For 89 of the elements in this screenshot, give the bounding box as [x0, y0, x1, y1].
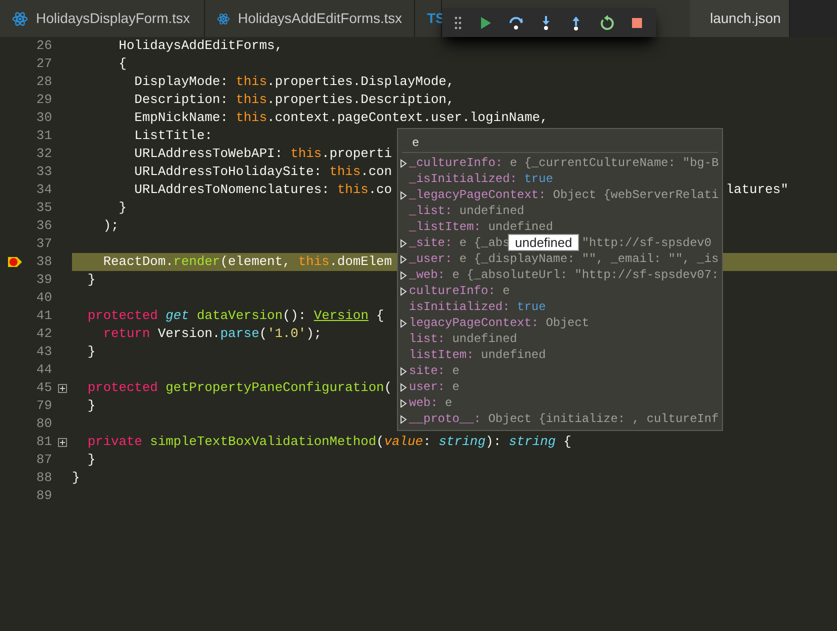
line-number: 88: [35, 469, 52, 488]
line-number: 87: [35, 451, 52, 470]
code-line: ReactDom.render(element, this.domElem: [102, 253, 392, 272]
code-line: HolidaysAddEditForms,: [118, 37, 283, 56]
variable-row[interactable]: _site: e {_abs: [409, 234, 510, 252]
line-number: 35: [35, 199, 52, 218]
line-number: 41: [35, 307, 52, 326]
code-line: return Version.parse('1.0');: [102, 325, 322, 344]
expand-arrow-icon[interactable]: [400, 398, 407, 408]
variable-row[interactable]: site: e: [409, 362, 460, 380]
variable-row[interactable]: _list: undefined: [409, 202, 524, 220]
line-number: 39: [35, 271, 52, 290]
code-line: URLAddresToNomenclatures: this.co: [133, 181, 392, 200]
expand-arrow-icon[interactable]: [400, 414, 407, 424]
line-number: 27: [35, 55, 52, 74]
hover-title: e: [402, 129, 718, 153]
code-fragment: latures": [726, 181, 788, 200]
variable-row[interactable]: __proto__: Object {initialize: , cultureInf: [409, 410, 719, 428]
variable-row[interactable]: legacyPageContext: Object: [409, 314, 590, 332]
line-number: 43: [35, 343, 52, 362]
variable-row[interactable]: user: e: [409, 378, 460, 396]
expand-arrow-icon[interactable]: [400, 190, 407, 200]
code-line: protected get dataVersion(): Version {: [86, 307, 384, 326]
line-number: 26: [35, 37, 52, 56]
variable-row[interactable]: _cultureInfo: e {_currentCultureName: "bg-B: [409, 154, 719, 172]
variable-row[interactable]: listItem: undefined: [409, 346, 546, 364]
code-line: ListTitle:: [133, 127, 212, 146]
code-line: EmpNickName: this.context.pageContext.user.loginName,: [133, 109, 548, 128]
line-number: 28: [35, 73, 52, 92]
line-number: 29: [35, 91, 52, 110]
code-line: }: [86, 397, 96, 416]
expand-arrow-icon[interactable]: [400, 158, 407, 168]
line-number: 31: [35, 127, 52, 146]
code-line: {: [118, 55, 127, 74]
code-line: protected getPropertyPaneConfiguration(: [86, 379, 392, 398]
atom-icon: [12, 10, 28, 26]
line-number: 79: [35, 397, 52, 416]
tooltip: undefined: [508, 234, 580, 251]
code-line: Description: this.properties.Description,: [133, 91, 454, 110]
line-number: 36: [35, 217, 52, 236]
expand-icon[interactable]: [58, 384, 66, 392]
variable-row[interactable]: web: e: [409, 394, 452, 412]
code-line: URLAddressToHolidaySite: this.con: [133, 163, 392, 182]
expand-arrow-icon[interactable]: [400, 238, 407, 248]
line-number: 40: [35, 289, 52, 308]
line-number: 33: [35, 163, 52, 182]
editor-tab[interactable]: HolidaysAddEditForms.tsx: [205, 0, 415, 37]
expand-arrow-icon[interactable]: [400, 286, 407, 296]
line-number: 30: [35, 109, 52, 128]
line-number: 42: [35, 325, 52, 344]
code-line: private simpleTextBoxValidationMethod(value: string): string {: [86, 433, 572, 452]
line-number: 80: [35, 415, 52, 434]
code-line: }: [118, 199, 127, 218]
line-number: 38: [35, 253, 52, 272]
editor-tab[interactable]: launch.json: [690, 0, 790, 37]
line-number: 89: [35, 487, 52, 506]
atom-icon: [217, 10, 230, 26]
expand-arrow-icon[interactable]: [400, 318, 407, 328]
grip-icon[interactable]: [453, 14, 464, 30]
code-line: }: [72, 469, 80, 488]
code-line: URLAddressToWebAPI: this.properti: [133, 145, 392, 164]
editor-tab[interactable]: HolidaysDisplayForm.tsx: [0, 0, 205, 37]
variable-row[interactable]: _web: e {_absoluteUrl: "http://sf-spsdev07:: [409, 266, 719, 284]
step-over-icon[interactable]: [508, 14, 524, 30]
variable-row[interactable]: _legacyPageContext: Object {webServerRelati: [409, 186, 719, 204]
expand-arrow-icon[interactable]: [400, 254, 407, 264]
variable-row[interactable]: isInitialized: true: [409, 298, 546, 316]
code-line: DisplayMode: this.properties.DisplayMode,: [133, 73, 454, 92]
code-line: }: [86, 271, 96, 290]
line-number: 44: [35, 361, 52, 380]
line-number: 37: [35, 235, 52, 254]
expand-arrow-icon[interactable]: [400, 270, 407, 280]
code-line: }: [86, 343, 96, 362]
code-line: );: [102, 217, 119, 236]
expand-arrow-icon[interactable]: [400, 382, 407, 392]
line-number: 81: [35, 433, 52, 452]
variable-row[interactable]: _isInitialized: true: [409, 170, 554, 188]
line-number: 45: [35, 379, 52, 398]
variable-row[interactable]: list: undefined: [409, 330, 518, 348]
variable-row[interactable]: _listItem: undefined: [409, 218, 554, 236]
code-line: }: [86, 451, 96, 470]
expand-arrow-icon[interactable]: [400, 366, 407, 376]
expand-icon[interactable]: [58, 438, 66, 446]
line-number: 32: [35, 145, 52, 164]
variable-value: "http://sf-spsdev0: [582, 235, 712, 252]
line-number: 34: [35, 181, 52, 200]
restart-icon[interactable]: [598, 14, 615, 30]
variable-row[interactable]: cultureInfo: e: [409, 282, 510, 300]
variable-row[interactable]: _user: e {_displayName: "", _email: "", _is: [409, 250, 719, 268]
